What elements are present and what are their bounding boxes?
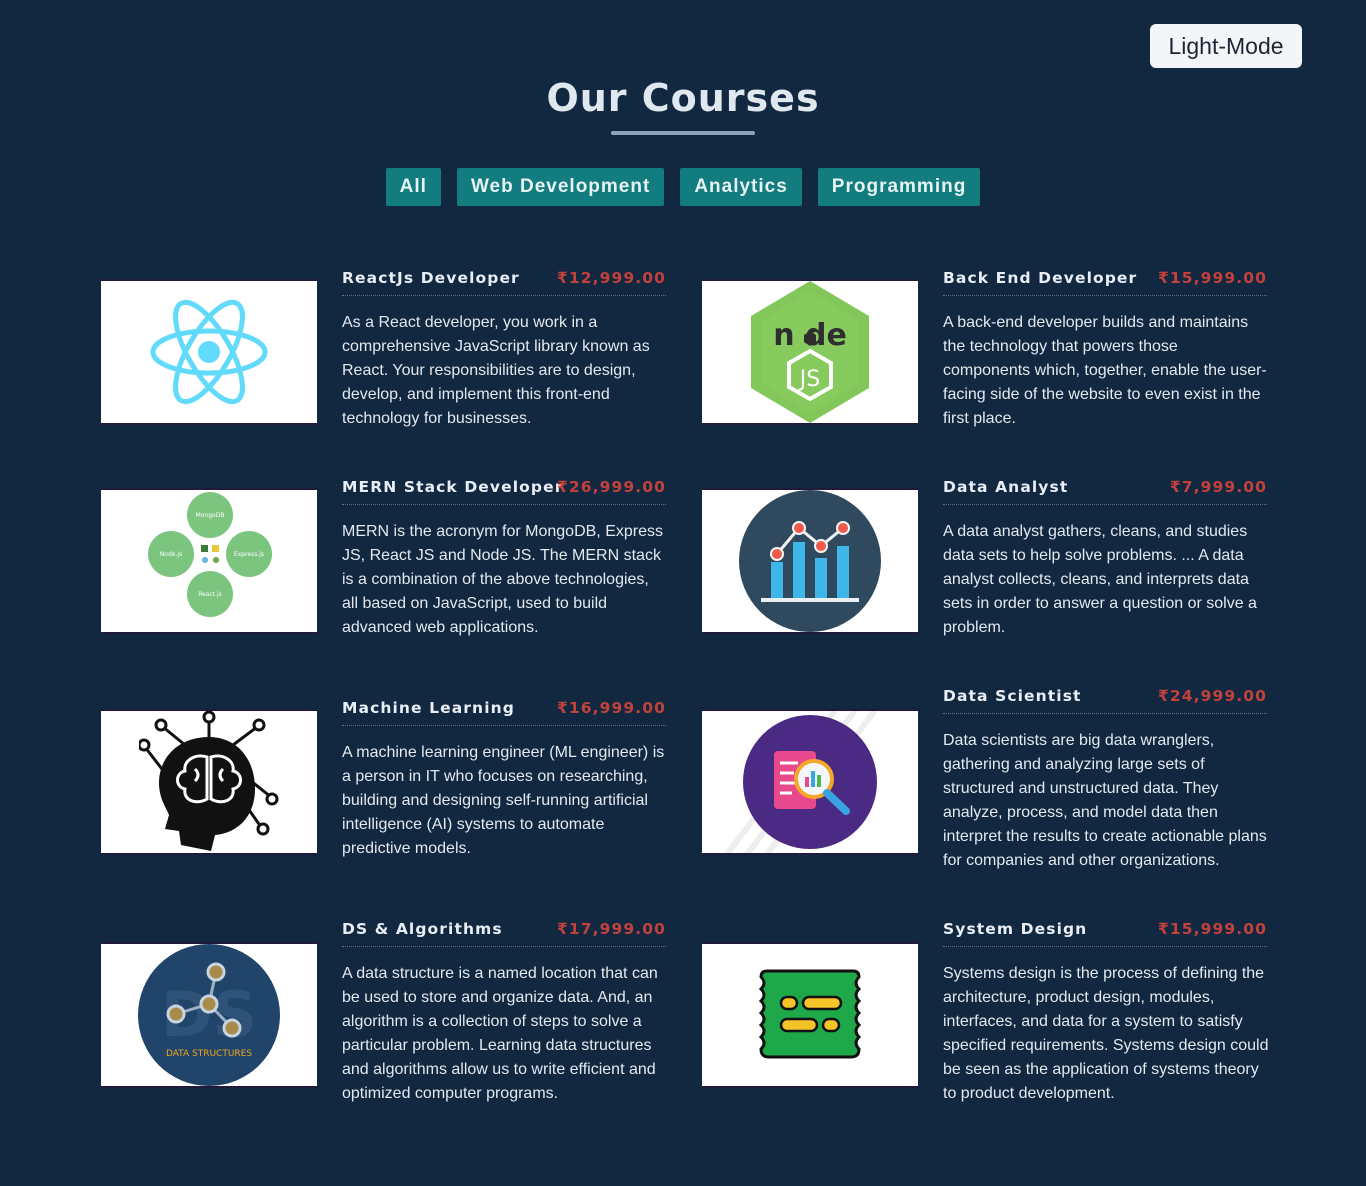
course-price: ₹12,999.00	[556, 269, 666, 287]
mern-label-react: React.js	[198, 591, 222, 598]
course-price: ₹24,999.00	[1157, 687, 1267, 705]
course-card: Data Scientist ₹24,999.00 Data scientist…	[702, 687, 1268, 887]
course-title: Data Scientist	[943, 687, 1082, 705]
course-title: ReactJs Developer	[342, 269, 520, 287]
category-filter-bar: All Web Development Analytics Programmin…	[0, 168, 1366, 206]
nodejs-logo-icon: n de JS	[751, 281, 869, 423]
mern-diagram-icon: MongoDB Node.js Express.js React.js	[148, 492, 272, 617]
brain-head-image	[101, 709, 317, 855]
course-title: System Design	[943, 920, 1088, 938]
course-price: ₹15,999.00	[1157, 920, 1267, 938]
title-underline	[611, 131, 755, 135]
course-header: ReactJs Developer ₹12,999.00	[342, 269, 666, 296]
filter-programming-button[interactable]: Programming	[817, 168, 981, 206]
course-description: Data scientists are big data wranglers, …	[943, 732, 1267, 869]
mern-diagram-image: MongoDB Node.js Express.js React.js	[101, 488, 317, 634]
light-mode-toggle-button[interactable]: Light-Mode	[1150, 24, 1302, 68]
course-description: A machine learning engineer (ML engineer…	[342, 744, 665, 857]
mern-label-express: Express.js	[234, 551, 264, 558]
course-header: Data Analyst ₹7,999.00	[943, 478, 1267, 505]
course-title: Back End Developer	[943, 269, 1138, 287]
course-description: As a React developer, you work in a comp…	[342, 314, 650, 427]
course-card: DS DATA STRUCTURES DS & Algorithms ₹17,9…	[101, 920, 667, 1120]
database-stack-icon	[758, 969, 862, 1059]
data-structures-image: DS DATA STRUCTURES	[101, 942, 317, 1088]
filter-all-button[interactable]: All	[385, 168, 441, 206]
course-title: MERN Stack Developer	[342, 478, 564, 496]
course-description: A data analyst gathers, cleans, and stud…	[943, 523, 1257, 636]
course-price: ₹26,999.00	[556, 478, 666, 496]
page-title: Our Courses	[546, 76, 820, 120]
course-title: Machine Learning	[342, 699, 515, 717]
react-logo-icon	[150, 299, 268, 405]
course-price: ₹17,999.00	[556, 920, 666, 938]
course-header: Machine Learning ₹16,999.00	[342, 699, 666, 726]
course-header: MERN Stack Developer ₹26,999.00	[342, 478, 666, 505]
course-description: A data structure is a named location tha…	[342, 965, 658, 1102]
course-description: MERN is the acronym for MongoDB, Express…	[342, 523, 663, 636]
data-search-image	[702, 709, 918, 855]
data-structures-caption: DATA STRUCTURES	[166, 1049, 252, 1059]
course-header: System Design ₹15,999.00	[943, 920, 1267, 947]
data-search-icon	[724, 711, 879, 853]
react-logo-image	[101, 279, 317, 425]
course-card: ReactJs Developer ₹12,999.00 As a React …	[101, 269, 667, 469]
data-structures-icon: DS DATA STRUCTURES	[138, 944, 280, 1086]
course-price: ₹16,999.00	[556, 699, 666, 717]
course-header: DS & Algorithms ₹17,999.00	[342, 920, 666, 947]
nodejs-logo-image: n de JS	[702, 279, 918, 425]
course-description: Systems design is the process of definin…	[943, 965, 1269, 1102]
course-description: A back-end developer builds and maintain…	[943, 314, 1267, 427]
course-price: ₹7,999.00	[1169, 478, 1267, 496]
course-card: n de JS Back End Developer ₹15,999.00 A …	[702, 269, 1268, 469]
mern-label-mongodb: MongoDB	[196, 512, 225, 519]
database-stack-image	[702, 942, 918, 1088]
svg-text:JS: JS	[798, 367, 820, 392]
course-title: DS & Algorithms	[342, 920, 503, 938]
mern-label-nodejs: Node.js	[160, 551, 182, 558]
course-header: Back End Developer ₹15,999.00	[943, 269, 1267, 296]
course-title: Data Analyst	[943, 478, 1069, 496]
course-card: System Design ₹15,999.00 Systems design …	[702, 920, 1269, 1120]
filter-analytics-button[interactable]: Analytics	[680, 168, 802, 206]
analytics-chart-image	[702, 488, 918, 634]
filter-web-development-button[interactable]: Web Development	[456, 168, 665, 206]
course-card: MongoDB Node.js Express.js React.js MERN…	[101, 478, 667, 678]
course-card: Machine Learning ₹16,999.00 A machine le…	[101, 699, 667, 899]
course-header: Data Scientist ₹24,999.00	[943, 687, 1267, 714]
course-card: Data Analyst ₹7,999.00 A data analyst ga…	[702, 478, 1268, 678]
brain-head-icon	[139, 711, 279, 851]
analytics-chart-icon	[739, 490, 881, 632]
course-price: ₹15,999.00	[1157, 269, 1267, 287]
